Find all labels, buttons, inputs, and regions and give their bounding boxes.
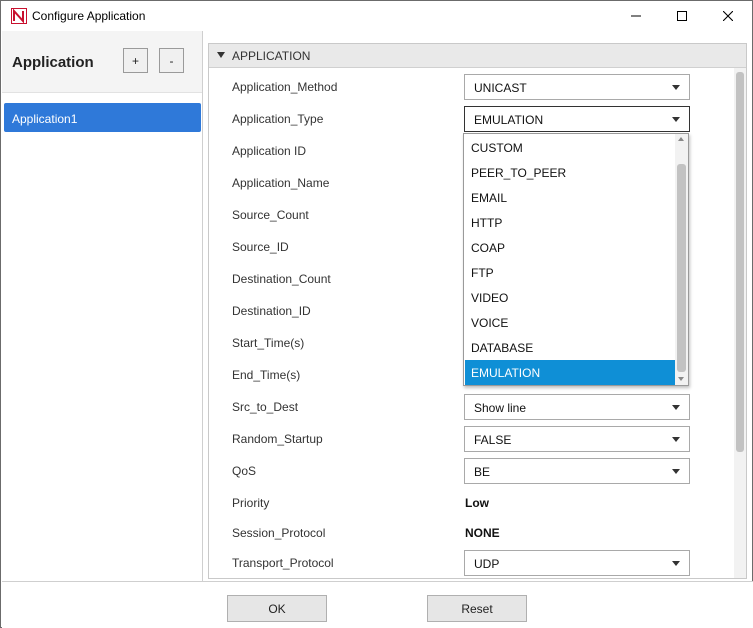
panel-divider <box>202 31 203 581</box>
dropdown-option-video[interactable]: VIDEO <box>465 285 675 310</box>
application-method-value: UNICAST <box>474 81 527 95</box>
application-list-header: Application + - <box>2 31 202 93</box>
collapse-caret-icon <box>217 52 225 58</box>
label-qos: QoS <box>232 464 257 478</box>
dropdown-option-peer-to-peer[interactable]: PEER_TO_PEER <box>465 160 675 185</box>
qos-value: BE <box>474 465 491 479</box>
transport-protocol-select[interactable]: UDP <box>464 550 690 576</box>
label-random-startup: Random_Startup <box>232 432 323 446</box>
transport-protocol-value: UDP <box>474 557 500 571</box>
dialog-footer: OK Reset <box>2 581 753 628</box>
maximize-icon <box>677 11 687 21</box>
dropdown-option-custom[interactable]: CUSTOM <box>465 135 675 160</box>
dropdown-option-coap[interactable]: COAP <box>465 235 675 260</box>
dropdown-option-voice[interactable]: VOICE <box>465 310 675 335</box>
application-list-title: Application <box>12 54 94 71</box>
minimize-icon <box>631 15 641 17</box>
scroll-up-arrow-icon[interactable] <box>678 137 684 141</box>
application-list-item[interactable]: Application1 <box>4 103 201 132</box>
window-title: Configure Application <box>32 9 146 23</box>
reset-button[interactable]: Reset <box>427 595 527 622</box>
label-src-to-dest: Src_to_Dest <box>232 400 299 414</box>
dropdown-option-emulation[interactable]: EMULATION <box>465 360 675 385</box>
chevron-down-icon <box>672 561 680 566</box>
label-source-count: Source_Count <box>232 208 309 222</box>
chevron-down-icon <box>672 405 680 410</box>
random-startup-select[interactable]: FALSE <box>464 426 690 452</box>
properties-scrollbar[interactable] <box>734 68 746 578</box>
application-method-select[interactable]: UNICAST <box>464 74 690 100</box>
app-logo-icon <box>11 8 27 24</box>
add-application-button[interactable]: + <box>123 48 148 73</box>
close-button[interactable] <box>705 1 751 31</box>
label-priority: Priority <box>232 496 270 510</box>
remove-application-button[interactable]: - <box>159 48 184 73</box>
chevron-down-icon <box>672 437 680 442</box>
chevron-down-icon <box>672 85 680 90</box>
priority-value: Low <box>465 496 489 510</box>
qos-select[interactable]: BE <box>464 458 690 484</box>
label-source-id: Source_ID <box>232 240 289 254</box>
label-destination-id: Destination_ID <box>232 304 311 318</box>
dropdown-scrollbar[interactable] <box>675 134 688 385</box>
properties-scrollbar-thumb[interactable] <box>736 72 744 452</box>
label-application-name: Application_Name <box>232 176 330 190</box>
label-session-protocol: Session_Protocol <box>232 526 326 540</box>
dropdown-option-http[interactable]: HTTP <box>465 210 675 235</box>
label-application-id: Application ID <box>232 144 307 158</box>
session-protocol-value: NONE <box>465 526 500 540</box>
scroll-down-arrow-icon[interactable] <box>678 377 684 381</box>
dropdown-option-ftp[interactable]: FTP <box>465 260 675 285</box>
src-to-dest-select[interactable]: Show line <box>464 394 690 420</box>
section-header-application[interactable]: APPLICATION <box>209 44 746 68</box>
label-application-type: Application_Type <box>232 112 324 126</box>
label-application-method: Application_Method <box>232 80 338 94</box>
label-start-time: Start_Time(s) <box>232 336 305 350</box>
application-type-value: EMULATION <box>474 113 544 127</box>
maximize-button[interactable] <box>659 1 705 31</box>
random-startup-value: FALSE <box>474 433 512 447</box>
label-transport-protocol: Transport_Protocol <box>232 556 334 570</box>
title-bar: Configure Application <box>1 1 752 31</box>
dropdown-option-database[interactable]: DATABASE <box>465 335 675 360</box>
application-list-panel: Application + - Application1 <box>2 31 202 581</box>
ok-button[interactable]: OK <box>227 595 327 622</box>
chevron-down-icon <box>672 117 680 122</box>
label-end-time: End_Time(s) <box>232 368 301 382</box>
application-type-dropdown: CUSTOM PEER_TO_PEER EMAIL HTTP COAP FTP … <box>463 133 689 386</box>
section-title: APPLICATION <box>232 49 311 63</box>
label-destination-count: Destination_Count <box>232 272 331 286</box>
close-icon <box>723 11 733 21</box>
configure-application-window: Configure Application Application + - Ap… <box>0 0 753 628</box>
application-type-select[interactable]: EMULATION <box>464 106 690 132</box>
minimize-button[interactable] <box>613 1 659 31</box>
dropdown-scrollbar-thumb[interactable] <box>677 164 686 372</box>
chevron-down-icon <box>672 469 680 474</box>
dropdown-option-email[interactable]: EMAIL <box>465 185 675 210</box>
src-to-dest-value: Show line <box>474 401 527 415</box>
